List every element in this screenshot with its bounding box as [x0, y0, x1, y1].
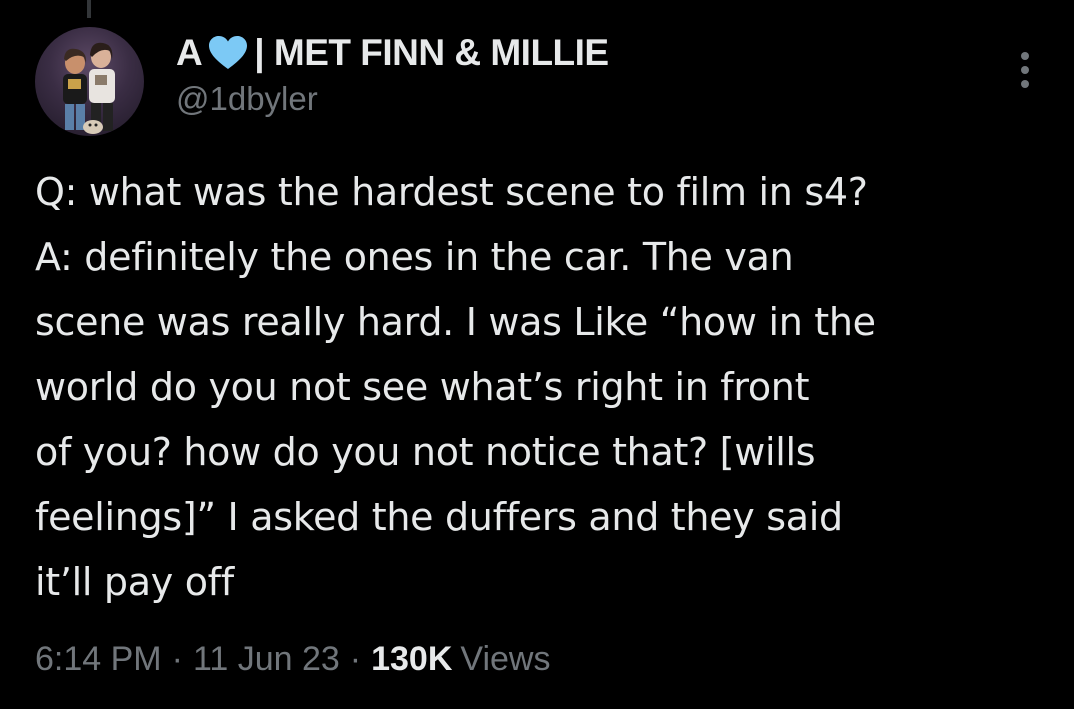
author-handle[interactable]: @1dbyler	[176, 80, 318, 118]
thread-connector-line	[87, 0, 91, 18]
tweet-line: A: definitely the ones in the car. The v…	[35, 235, 794, 279]
tweet-date[interactable]: 11 Jun 23	[193, 640, 340, 679]
more-vertical-icon	[1021, 52, 1029, 60]
meta-separator: ·	[171, 640, 183, 678]
tweet-time[interactable]: 6:14 PM	[35, 640, 162, 679]
more-options-button[interactable]	[1010, 48, 1040, 92]
avatar[interactable]	[35, 27, 144, 136]
tweet-line: of you? how do you not notice that? [wil…	[35, 430, 816, 474]
author-display-name[interactable]: A | MET FINN & MILLIE	[176, 30, 609, 76]
tweet-line: world do you not see what’s right in fro…	[35, 365, 810, 409]
more-vertical-icon	[1021, 80, 1029, 88]
views-label: Views	[460, 640, 551, 678]
tweet-metadata: 6:14 PM · 11 Jun 23 · 130K Views	[35, 640, 550, 679]
views-count: 130K	[371, 640, 453, 678]
more-vertical-icon	[1021, 66, 1029, 74]
tweet-text: Q: what was the hardest scene to film in…	[35, 160, 1065, 615]
meta-separator: ·	[349, 640, 362, 678]
tweet-line: feelings]” I asked the duffers and they …	[35, 495, 843, 539]
display-name-suffix: | MET FINN & MILLIE	[254, 32, 609, 73]
light-blue-heart-icon	[208, 35, 248, 71]
profile-photo-icon	[63, 42, 115, 134]
tweet-line: it’ll pay off	[35, 560, 234, 604]
tweet-line: Q: what was the hardest scene to film in…	[35, 170, 868, 214]
tweet-line: scene was really hard. I was Like “how i…	[35, 300, 876, 344]
display-name-prefix: A	[176, 32, 203, 73]
